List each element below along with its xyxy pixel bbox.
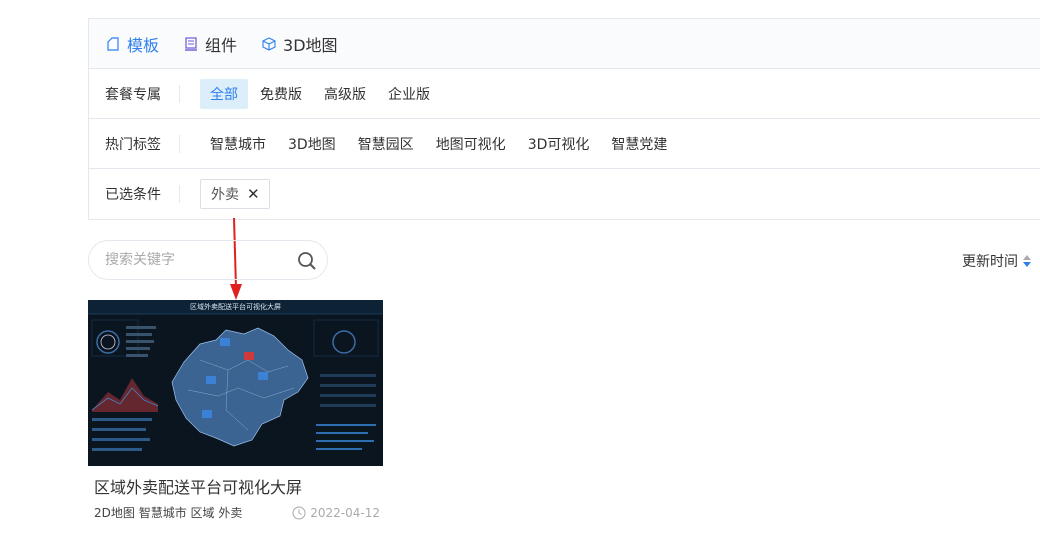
card-meta: 2D地图 智慧城市 区域 外卖 2022-04-12 <box>94 504 380 521</box>
tag-map-visualization[interactable]: 地图可视化 <box>426 129 516 159</box>
tag-smart-party[interactable]: 智慧党建 <box>601 129 677 159</box>
plan-option-all[interactable]: 全部 <box>200 78 248 109</box>
card-title[interactable]: 区域外卖配送平台可视化大屏 <box>94 474 383 498</box>
tab-label: 模板 <box>127 35 160 55</box>
filter-panel: 模板 组件 3D地图 套餐专属 全部 免费版 高级版 企业版 热门标签 智慧城市… <box>88 18 1040 220</box>
template-thumbnail[interactable]: 区域外卖配送平台可视化大屏 <box>88 300 383 466</box>
chip-label: 外卖 <box>211 187 239 203</box>
plan-option-advanced[interactable]: 高级版 <box>314 79 376 109</box>
divider <box>179 84 180 103</box>
category-tabs: 模板 组件 3D地图 <box>89 19 1040 69</box>
search-input[interactable] <box>105 252 285 268</box>
tab-component[interactable]: 组件 <box>183 32 237 56</box>
sort-by-update-time[interactable]: 更新时间 <box>962 251 1032 271</box>
tag-3d-visualization[interactable]: 3D可视化 <box>518 129 600 159</box>
hot-tags-label: 热门标签 <box>105 136 161 153</box>
close-icon[interactable]: ✕ <box>247 186 260 202</box>
card-tags: 2D地图 智慧城市 区域 外卖 <box>94 506 243 520</box>
sort-caret-icon <box>1022 254 1032 268</box>
component-icon <box>183 36 199 52</box>
tab-label: 组件 <box>205 35 238 55</box>
plan-filter-row: 套餐专属 全部 免费版 高级版 企业版 <box>89 69 1040 119</box>
hot-tags-row: 热门标签 智慧城市 3D地图 智慧园区 地图可视化 3D可视化 智慧党建 <box>89 119 1040 169</box>
tab-3d-map[interactable]: 3D地图 <box>261 32 338 56</box>
dashboard-preview-image <box>88 300 383 466</box>
search-icon[interactable] <box>297 251 317 275</box>
tab-label: 3D地图 <box>283 35 338 55</box>
tag-smart-park[interactable]: 智慧园区 <box>348 129 424 159</box>
tab-template[interactable]: 模板 <box>105 32 159 56</box>
tag-smart-city[interactable]: 智慧城市 <box>200 129 276 159</box>
tag-3d-map[interactable]: 3D地图 <box>278 129 346 159</box>
selected-conditions-label: 已选条件 <box>105 187 161 203</box>
thumbnail-title: 区域外卖配送平台可视化大屏 <box>190 303 281 311</box>
divider <box>179 134 180 153</box>
sort-label: 更新时间 <box>962 254 1018 270</box>
card-date: 2022-04-12 <box>292 504 380 521</box>
cube-icon <box>261 36 277 52</box>
condition-chip: 外卖 ✕ <box>200 179 270 209</box>
plan-filter-label: 套餐专属 <box>105 86 161 103</box>
search-box <box>88 240 328 280</box>
selected-conditions-row: 已选条件 外卖 ✕ <box>89 169 1040 219</box>
template-icon <box>105 36 121 52</box>
card-date-value: 2022-04-12 <box>310 505 380 520</box>
plan-option-free[interactable]: 免费版 <box>250 79 312 109</box>
divider <box>179 185 180 203</box>
clock-icon <box>292 506 306 519</box>
template-card[interactable]: 区域外卖配送平台可视化大屏 区域外卖配送平台可视化大屏 2D地图 智慧城市 区域… <box>88 300 383 521</box>
plan-option-enterprise[interactable]: 企业版 <box>378 79 440 109</box>
